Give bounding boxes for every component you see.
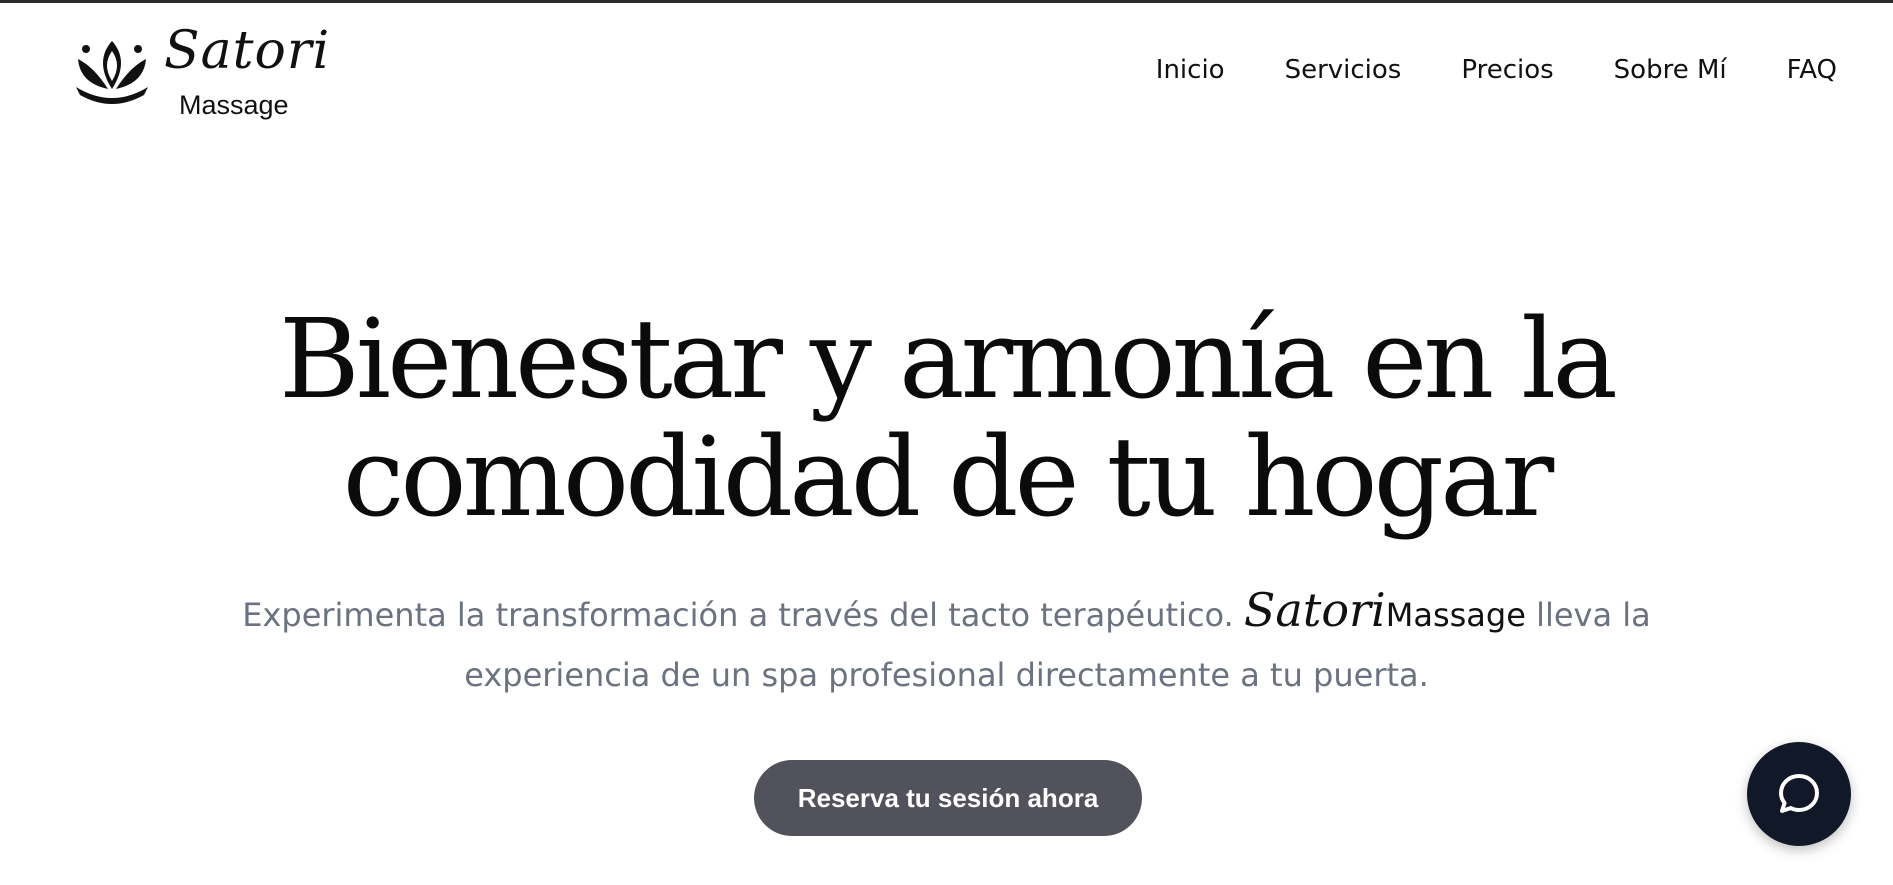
book-session-button[interactable]: Reserva tu sesión ahora — [754, 760, 1142, 836]
site-header: Satori Massage Inicio Servicios Precios … — [0, 3, 1893, 133]
logo-script-name: Satori — [164, 21, 331, 81]
hero-title: Bienestar y armonía en la comodidad de t… — [0, 300, 1893, 536]
hero-title-line-2: comodidad de tu hogar — [342, 413, 1554, 541]
nav-item-servicios[interactable]: Servicios — [1285, 53, 1402, 87]
nav-item-precios[interactable]: Precios — [1461, 53, 1553, 87]
main-nav: Inicio Servicios Precios Sobre Mí FAQ — [1156, 53, 1837, 87]
lotus-icon — [76, 41, 148, 104]
hero-subtitle: Experimenta la transformación a través d… — [200, 580, 1693, 705]
nav-item-inicio[interactable]: Inicio — [1156, 53, 1225, 87]
hero-title-line-1: Bienestar y armonía en la — [279, 295, 1618, 423]
nav-item-faq[interactable]: FAQ — [1787, 53, 1837, 87]
hero-subtitle-start: Experimenta la transformación a través d… — [242, 596, 1234, 634]
chat-button[interactable] — [1747, 742, 1851, 846]
hero-subtitle-brand-script: Satori — [1243, 583, 1386, 637]
logo[interactable]: Satori Massage — [72, 21, 329, 131]
logo-sub-name: Massage — [179, 90, 289, 120]
hero-subtitle-brand-word: Massage — [1385, 596, 1526, 634]
chat-bubble-icon — [1779, 774, 1819, 813]
nav-item-sobre-mi[interactable]: Sobre Mí — [1614, 53, 1727, 87]
